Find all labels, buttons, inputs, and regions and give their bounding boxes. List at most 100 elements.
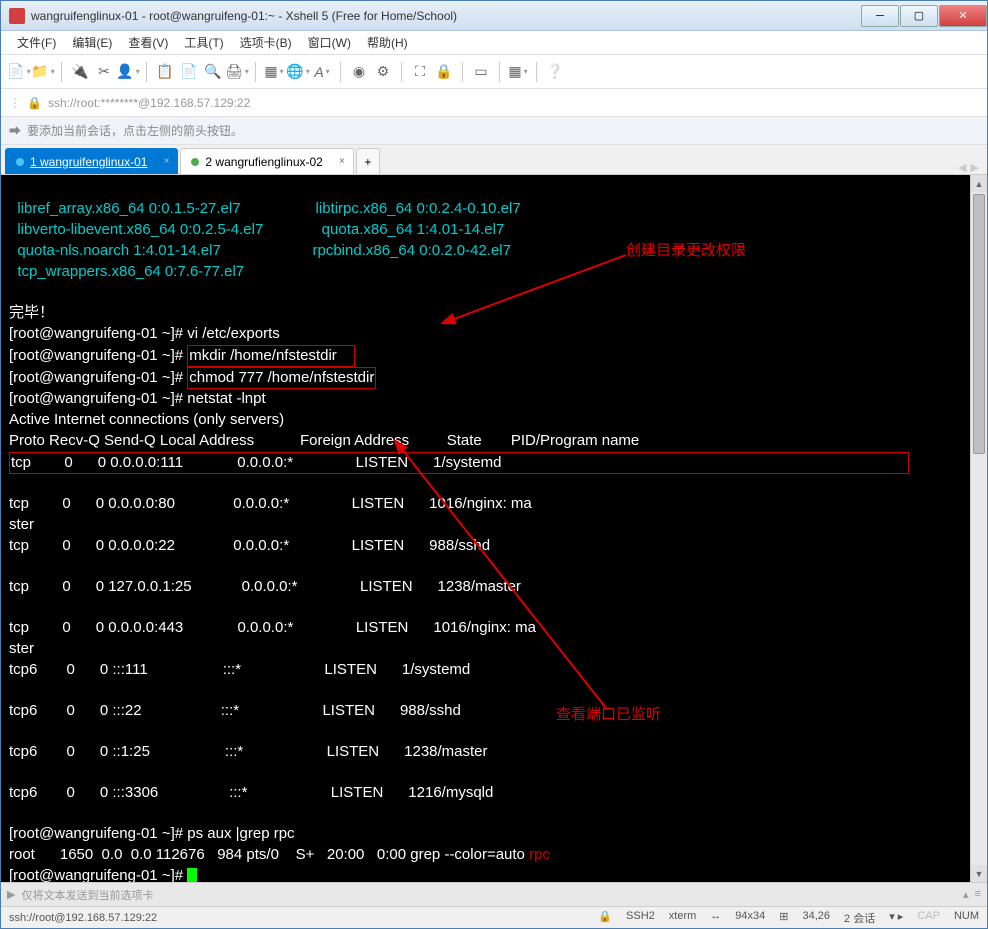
netstat-columns: Proto Recv-Q Send-Q Local Address Foreig… <box>9 432 639 449</box>
fullscreen-icon[interactable]: ⛶ <box>410 62 430 82</box>
maximize-button[interactable]: ▢ <box>900 5 938 27</box>
toolbar: 📄 📁 🔌 ✂ 👤 📋 📄 🔍 🖨 ▦ 🌐 A ◉ ⚙ ⛶ 🔒 ▭ ▦ ❔ <box>1 55 987 89</box>
titlebar: wangruifenglinux-01 - root@wangruifeng-0… <box>1 1 987 31</box>
terminal[interactable]: libref_array.x86_64 0:0.1.5-27.el7 libti… <box>1 175 987 882</box>
menu-help[interactable]: 帮助(H) <box>359 34 416 51</box>
netstat-row: tcp 0 0 0.0.0.0:22 0.0.0.0:* LISTEN 988/… <box>9 537 490 554</box>
xforward-icon[interactable]: ⚙ <box>373 62 393 82</box>
pkg-line: libref_array.x86_64 0:0.1.5-27.el7 libti… <box>9 200 521 217</box>
add-session-icon[interactable]: ⮕ <box>9 122 21 139</box>
layout-icon[interactable]: ▦ <box>264 62 284 82</box>
lock-icon[interactable]: 🔒 <box>434 62 454 82</box>
status-term: xterm <box>669 910 697 926</box>
separator <box>146 62 147 82</box>
app-window: wangruifenglinux-01 - root@wangruifeng-0… <box>0 0 988 929</box>
font-icon[interactable]: A <box>312 62 332 82</box>
status-combo-icon[interactable]: ▾ ▸ <box>889 910 903 926</box>
netstat-row: ster <box>9 640 34 657</box>
separator <box>462 62 463 82</box>
menu-tab[interactable]: 选项卡(B) <box>232 34 300 51</box>
scroll-down-icon[interactable]: ▼ <box>971 865 987 882</box>
find-icon[interactable]: 🔍 <box>203 62 223 82</box>
send-bar[interactable]: ▶ 仅将文本发送到当前选项卡 ▴ ≡ <box>1 882 987 906</box>
ssh-lock-icon: 🔒 <box>27 96 42 110</box>
window-buttons: ─ ▢ ✕ <box>860 5 987 27</box>
tab-label: 2 wangrufienglinux-02 <box>205 155 322 169</box>
web-icon[interactable]: 🌐 <box>288 62 308 82</box>
tab-add-button[interactable]: + <box>356 148 380 174</box>
cmd-netstat: netstat -lnpt <box>187 390 265 407</box>
menu-window[interactable]: 窗口(W) <box>300 34 359 51</box>
menubar: 文件(F) 编辑(E) 查看(V) 工具(T) 选项卡(B) 窗口(W) 帮助(… <box>1 31 987 55</box>
prompt: [root@wangruifeng-01 ~]# <box>9 369 187 386</box>
new-session-icon[interactable]: 📄 <box>9 62 29 82</box>
scroll-track[interactable] <box>971 192 987 865</box>
done-text: 完毕！ <box>9 304 54 321</box>
menu-tools[interactable]: 工具(T) <box>176 34 231 51</box>
reconnect-icon[interactable]: 🔌 <box>70 62 90 82</box>
send-text: 仅将文本发送到当前选项卡 <box>21 887 153 903</box>
separator <box>499 62 500 82</box>
netstat-row: tcp6 0 0 :::3306 :::* LISTEN 1216/mysqld <box>9 784 493 801</box>
separator <box>536 62 537 82</box>
pkg-line: quota-nls.noarch 1:4.01-14.el7 rpcbind.x… <box>9 242 511 259</box>
menu-view[interactable]: 查看(V) <box>120 34 176 51</box>
tab-nav: ◀ ▶ <box>958 161 979 174</box>
netstat-row: tcp 0 0 0.0.0.0:80 0.0.0.0:* LISTEN 1016… <box>9 495 532 512</box>
infobar: ⮕ 要添加当前会话，点击左侧的箭头按钮。 <box>1 117 987 145</box>
paste-icon[interactable]: 📄 <box>179 62 199 82</box>
status-items: 🔒 SSH2 xterm ↔ 94x34 ⊞ 34,26 2 会话 ▾ ▸ CA… <box>598 910 979 926</box>
ps-match: rpc <box>529 846 550 863</box>
send-icon: ▶ <box>7 888 15 901</box>
sendbar-menu-icon[interactable]: ≡ <box>975 888 981 901</box>
help-icon[interactable]: ❔ <box>545 62 565 82</box>
tab-close-icon[interactable]: × <box>164 156 170 167</box>
profile-icon[interactable]: 👤 <box>118 62 138 82</box>
compose-icon[interactable]: ▭ <box>471 62 491 82</box>
tab-close-icon[interactable]: × <box>339 156 345 167</box>
window-title: wangruifenglinux-01 - root@wangruifeng-0… <box>31 9 860 23</box>
xagent-icon[interactable]: ◉ <box>349 62 369 82</box>
cmd-mkdir-highlighted: mkdir /home/nfstestdir <box>187 345 355 367</box>
arrow-icon <box>441 250 641 330</box>
status-connection: ssh://root@192.168.57.129:22 <box>9 912 598 924</box>
scroll-thumb[interactable] <box>973 194 985 454</box>
status-ssh-icon: 🔒 <box>598 910 612 926</box>
scrollbar[interactable]: ▲ ▼ <box>970 175 987 882</box>
pkg-line: tcp_wrappers.x86_64 0:7.6-77.el7 <box>9 263 244 280</box>
tabbar: 1 wangruifenglinux-01 × 2 wangrufienglin… <box>1 145 987 175</box>
netstat-row: ster <box>9 516 34 533</box>
tile-icon[interactable]: ▦ <box>508 62 528 82</box>
addressbar-dots-icon[interactable]: ⋮ <box>9 96 21 110</box>
sendbar-right: ▴ ≡ <box>963 888 981 901</box>
status-pos: 34,26 <box>802 910 830 926</box>
annotation-create-dir: 创建目录更改权限 <box>626 241 746 261</box>
tab-status-dot-icon <box>16 158 24 166</box>
prompt: [root@wangruifeng-01 ~]# <box>9 325 187 342</box>
tab-session-1[interactable]: 1 wangruifenglinux-01 × <box>5 148 178 174</box>
ps-output: root 1650 0.0 0.0 112676 984 pts/0 S+ 20… <box>9 846 529 863</box>
infobar-text: 要添加当前会话，点击左侧的箭头按钮。 <box>27 122 243 139</box>
sendbar-up-icon[interactable]: ▴ <box>963 888 969 901</box>
prompt: [root@wangruifeng-01 ~]# <box>9 867 187 882</box>
tab-next-icon[interactable]: ▶ <box>971 161 979 174</box>
status-ssh: SSH2 <box>626 910 655 926</box>
tab-prev-icon[interactable]: ◀ <box>958 161 966 174</box>
address-text[interactable]: ssh://root:********@192.168.57.129:22 <box>48 96 250 110</box>
menu-file[interactable]: 文件(F) <box>9 34 64 51</box>
separator <box>401 62 402 82</box>
close-button[interactable]: ✕ <box>939 5 987 27</box>
netstat-row: tcp6 0 0 ::1:25 :::* LISTEN 1238/master <box>9 743 488 760</box>
netstat-row: tcp 0 0 0.0.0.0:443 0.0.0.0:* LISTEN 101… <box>9 619 536 636</box>
tab-label: 1 wangruifenglinux-01 <box>30 155 147 169</box>
open-session-icon[interactable]: 📁 <box>33 62 53 82</box>
tab-session-2[interactable]: 2 wangrufienglinux-02 × <box>180 148 353 174</box>
prompt: [root@wangruifeng-01 ~]# <box>9 347 187 364</box>
print-icon[interactable]: 🖨 <box>227 62 247 82</box>
annotation-port-listen: 查看端口已监听 <box>556 705 661 725</box>
disconnect-icon[interactable]: ✂ <box>94 62 114 82</box>
menu-edit[interactable]: 编辑(E) <box>64 34 120 51</box>
copy-icon[interactable]: 📋 <box>155 62 175 82</box>
minimize-button[interactable]: ─ <box>861 5 899 27</box>
scroll-up-icon[interactable]: ▲ <box>971 175 987 192</box>
